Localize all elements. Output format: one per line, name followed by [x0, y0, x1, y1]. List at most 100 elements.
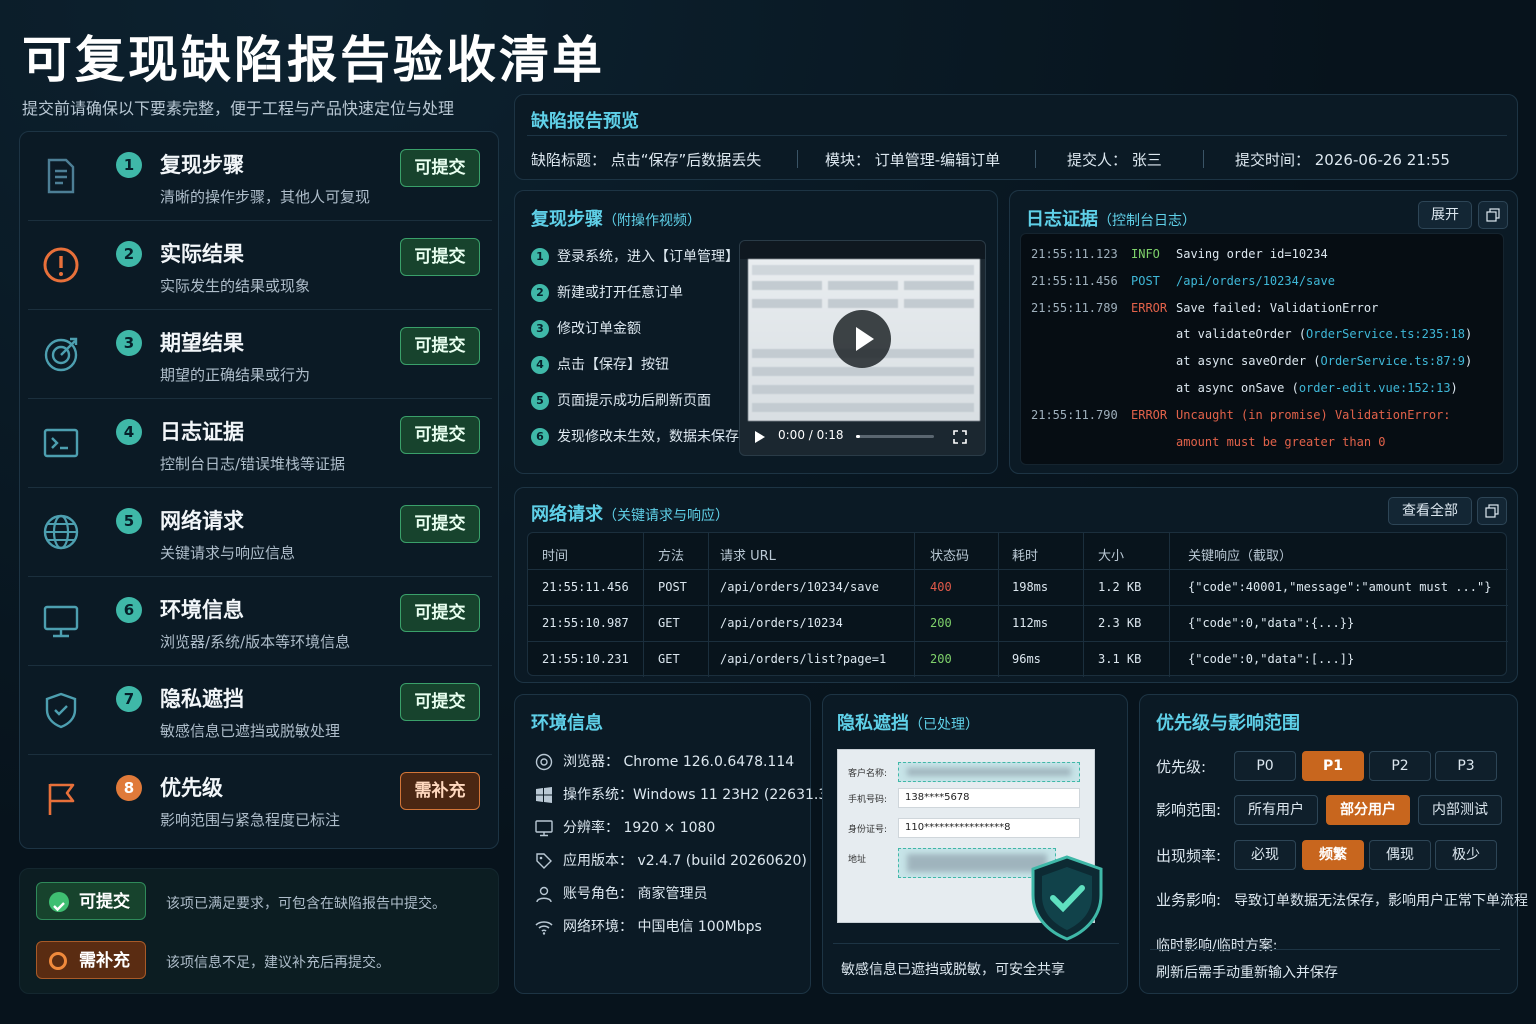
scope-option[interactable]: 所有用户 — [1234, 795, 1318, 825]
video-time: 0:00 / 0:18 — [778, 428, 844, 442]
table-cell: 200 — [930, 652, 952, 666]
shield-check-icon — [1029, 855, 1105, 941]
blur-mask — [907, 854, 1047, 872]
legend-ok-text: 该项已满足要求，可包含在缺陷报告中提交。 — [166, 896, 446, 912]
env-item: 账号角色： 商家管理员 — [535, 883, 707, 903]
user-icon — [535, 885, 553, 903]
privacy-caption: 敏感信息已遮挡或脱敏，可安全共享 — [841, 962, 1065, 978]
table-cell[interactable]: /api/orders/10234/save — [720, 580, 879, 594]
workaround-text: 刷新后需手动重新输入并保存 — [1156, 965, 1338, 981]
step-item: 2 新建或打开任意订单 — [531, 282, 683, 304]
frequency-option[interactable]: 偶现 — [1369, 840, 1431, 870]
status-badge[interactable]: 可提交 — [400, 416, 480, 454]
priority-option[interactable]: P2 — [1369, 751, 1431, 781]
target-icon — [42, 335, 80, 373]
status-badge[interactable]: 可提交 — [400, 327, 480, 365]
table-cell: {"code":0,"data":[...]} — [1188, 652, 1355, 666]
stack-link[interactable]: order-edit.vue:152:13 — [1299, 381, 1451, 395]
table-cell: {"code":40001,"message":"amount must ...… — [1188, 580, 1492, 594]
frequency-option[interactable]: 极少 — [1435, 840, 1497, 870]
impact-label: 业务影响: — [1156, 891, 1222, 909]
status-badge[interactable]: 可提交 — [400, 149, 480, 187]
stack-link[interactable]: OrderService.ts:87:9 — [1321, 354, 1466, 368]
env-text: 应用版本： v2.4.7 (build 20260620) — [563, 853, 807, 869]
fullscreen-icon[interactable] — [953, 429, 967, 444]
column-header: 请求 URL — [720, 549, 776, 564]
table-cell[interactable]: /api/orders/10234 — [720, 616, 843, 630]
log-message: amount must be greater than 0 — [1176, 434, 1386, 449]
page-subtitle: 提交前请确保以下要素完整，便于工程与产品快速定位与处理 — [22, 99, 455, 118]
table-cell: 400 — [930, 580, 952, 594]
step-text: 页面提示成功后刷新页面 — [557, 393, 711, 409]
item-description: 关键请求与响应信息 — [160, 544, 296, 562]
masked-value: 138****5678 — [905, 792, 970, 803]
submit-time: 提交时间： 2026-06-26 21:55 — [1235, 151, 1450, 169]
item-number: 1 — [116, 152, 142, 178]
step-item: 3 修改订单金额 — [531, 318, 641, 340]
checklist-item: 2 实际结果 实际发生的结果或现象 可提交 — [28, 222, 492, 310]
status-badge[interactable]: 可提交 — [400, 505, 480, 543]
module-info: 模块： 订单管理-编辑订单 — [825, 151, 1001, 169]
checklist-item: 3 期望结果 期望的正确结果或行为 可提交 — [28, 311, 492, 399]
checklist-item: 4 日志证据控制台日志/错误堆栈等证据 可提交 — [28, 400, 492, 488]
play-button[interactable] — [833, 310, 891, 368]
item-number: 4 — [116, 419, 142, 445]
console-log: 21:55:11.123 INFO Saving order id=10234 21:… — [1020, 233, 1504, 465]
expand-button[interactable]: 展开 — [1418, 201, 1472, 229]
table-cell: 200 — [930, 616, 952, 630]
legend-panel: 可提交 该项已满足要求，可包含在缺陷报告中提交。 需补充 该项信息不足，建议补充… — [19, 868, 499, 994]
step-number: 1 — [531, 248, 549, 266]
priority-label: 优先级: — [1156, 758, 1207, 776]
network-title: 网络请求（关键请求与响应） — [531, 504, 729, 525]
table-cell: 1.2 KB — [1098, 580, 1142, 594]
preview-title: 缺陷报告预览 — [531, 111, 639, 132]
frequency-option[interactable]: 频繁 — [1302, 840, 1364, 870]
operation-video[interactable]: 0:00 / 0:18 — [739, 240, 986, 456]
env-text: 分辨率： 1920 × 1080 — [563, 820, 716, 836]
copy-network-button[interactable] — [1477, 497, 1507, 525]
network-table: 时间 方法 请求 URL 状态码 耗时 大小 关键响应（截取） 21:55:11.456 POS… — [527, 532, 1508, 677]
scope-option[interactable]: 内部测试 — [1418, 795, 1502, 825]
checklist-panel: 1 复现步骤 清晰的操作步骤，其他人可复现 可提交 2 实际结果 实际发生的结果或现象 可提交… — [19, 131, 499, 849]
monitor-icon — [42, 602, 80, 640]
item-description: 控制台日志/错误堆栈等证据 — [160, 455, 346, 473]
scope-option[interactable]: 部分用户 — [1326, 795, 1410, 825]
status-badge[interactable]: 需补充 — [400, 772, 480, 810]
stack-suffix: ) — [1465, 327, 1473, 342]
item-title: 隐私遮挡 — [160, 687, 244, 711]
step-text: 新建或打开任意订单 — [557, 285, 683, 301]
log-message: /api/orders/10234/save — [1176, 273, 1335, 288]
priority-option[interactable]: P3 — [1435, 751, 1497, 781]
copy-logs-button[interactable] — [1478, 201, 1508, 229]
windows-icon — [535, 786, 553, 804]
column-header: 大小 — [1098, 549, 1125, 564]
video-seek-bar[interactable] — [856, 435, 934, 438]
status-badge[interactable]: 可提交 — [400, 594, 480, 632]
item-title: 环境信息 — [160, 598, 244, 622]
play-icon[interactable] — [754, 429, 766, 443]
stack-link[interactable]: OrderService.ts:235:18 — [1306, 327, 1465, 341]
log-time: 21:55:11.790 — [1031, 407, 1118, 422]
log-message: Save failed: ValidationError — [1176, 300, 1379, 315]
item-title: 日志证据 — [160, 420, 244, 444]
priority-option[interactable]: P1 — [1302, 751, 1364, 781]
item-number: 5 — [116, 508, 142, 534]
status-badge[interactable]: 可提交 — [400, 238, 480, 276]
table-cell: 3.1 KB — [1098, 652, 1142, 666]
table-cell[interactable]: /api/orders/list?page=1 — [720, 652, 886, 666]
status-badge[interactable]: 可提交 — [400, 683, 480, 721]
checklist-item: 1 复现步骤 清晰的操作步骤，其他人可复现 可提交 — [28, 133, 492, 221]
env-item: 网络环境： 中国电信 100Mbps — [535, 916, 762, 936]
priority-option[interactable]: P0 — [1234, 751, 1296, 781]
view-all-button[interactable]: 查看全部 — [1388, 497, 1472, 525]
log-message: Uncaught (in promise) ValidationError: — [1176, 407, 1451, 422]
table-cell: 21:55:10.231 — [542, 652, 629, 666]
form-field — [898, 762, 1080, 782]
table-cell: {"code":0,"data":{...}} — [1188, 616, 1355, 630]
document-icon — [42, 157, 80, 195]
frequency-option[interactable]: 必现 — [1234, 840, 1296, 870]
table-cell: GET — [658, 652, 680, 666]
env-text: 账号角色： 商家管理员 — [563, 886, 708, 902]
log-level: ERROR — [1131, 407, 1168, 422]
item-description: 期望的正确结果或行为 — [160, 366, 311, 384]
